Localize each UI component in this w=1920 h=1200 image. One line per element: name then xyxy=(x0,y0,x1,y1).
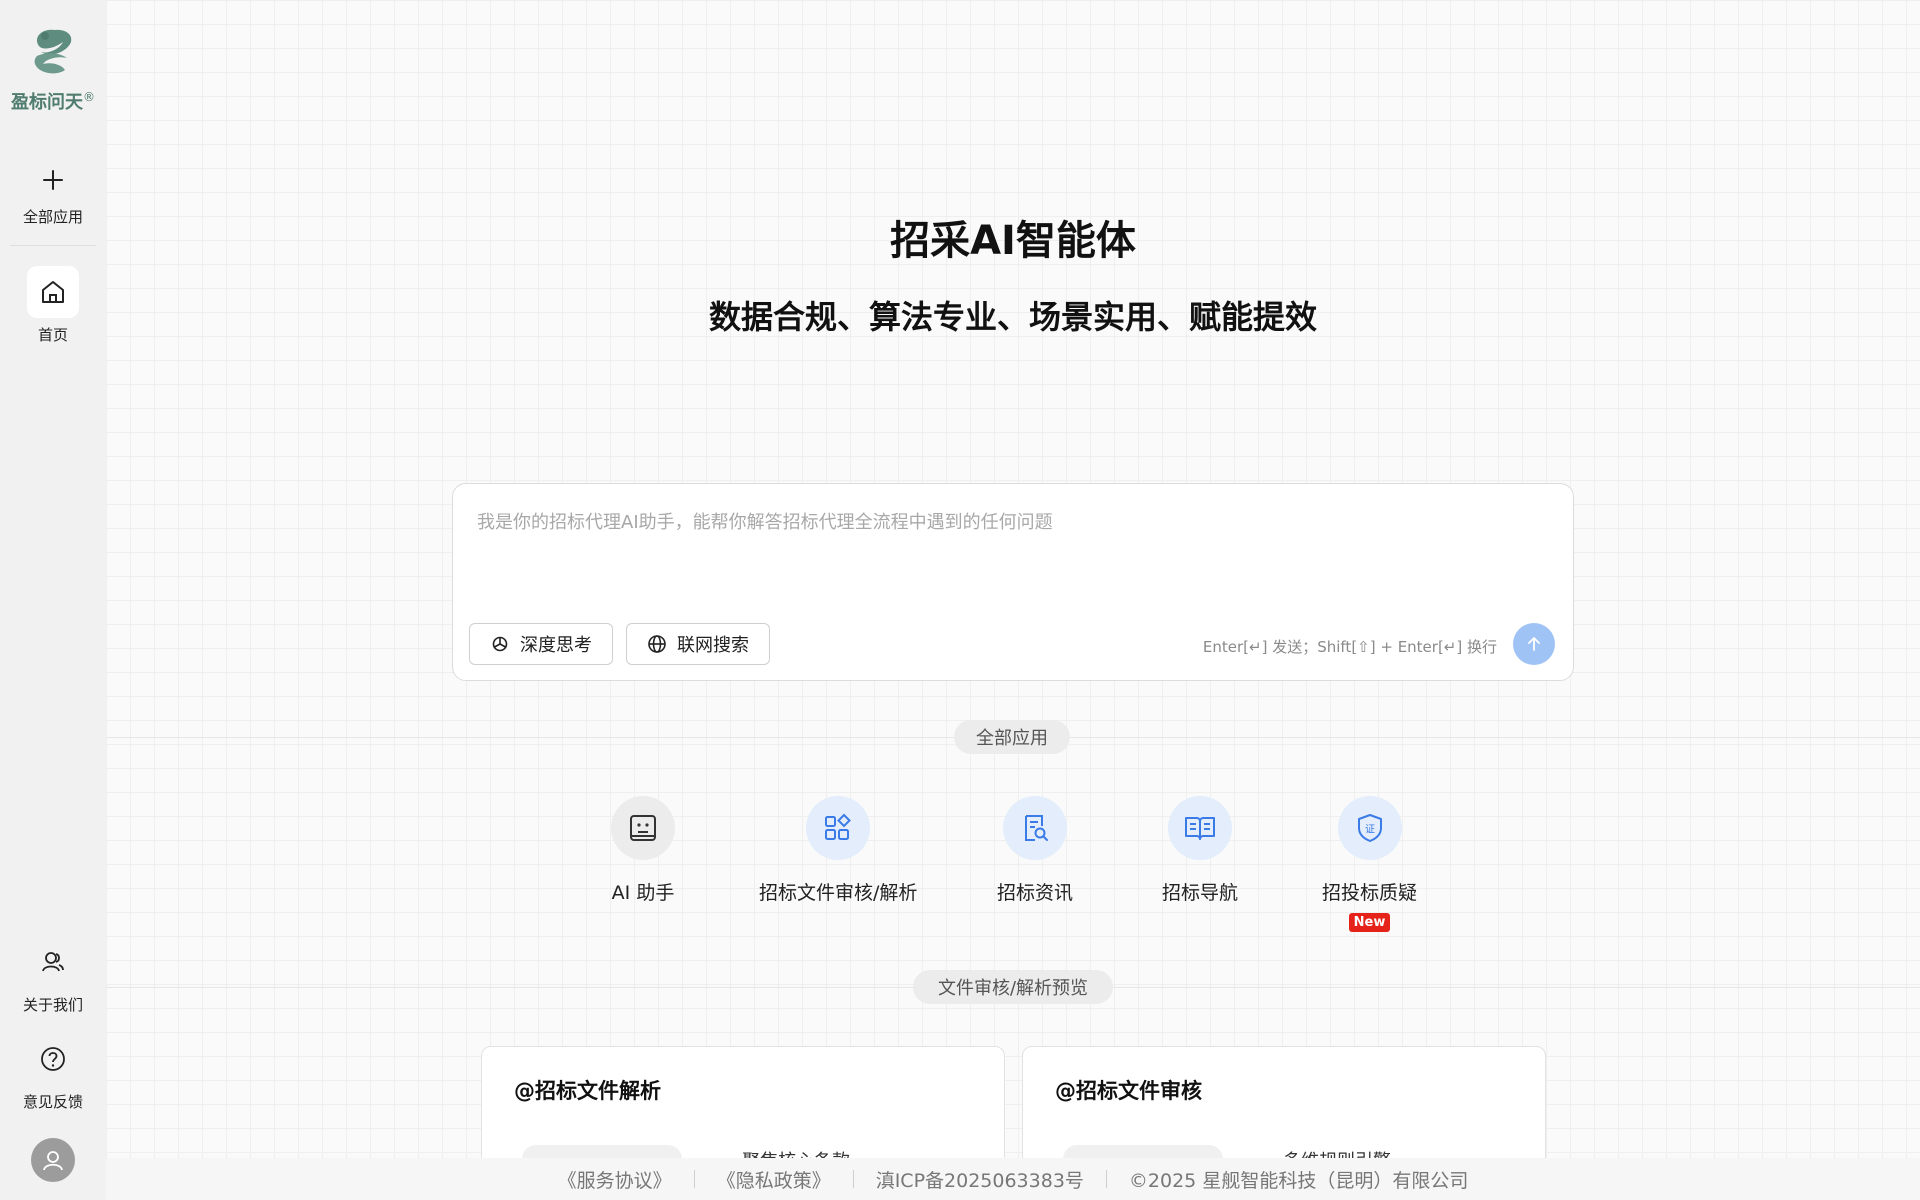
page-title: 招采AI智能体 xyxy=(890,218,1136,264)
app-name: 招标导航 xyxy=(1162,882,1239,904)
arrow-up-icon xyxy=(1528,637,1540,651)
sidebar-bottom: 关于我们 意见反馈 xyxy=(0,936,106,1182)
app-name: 招投标质疑 xyxy=(1322,882,1418,904)
deep-think-label: 深度思考 xyxy=(520,635,592,656)
footer-separator xyxy=(693,1170,695,1188)
send-button[interactable] xyxy=(1513,623,1555,665)
chat-input[interactable] xyxy=(477,508,1547,588)
app-bid-objection[interactable]: 证 招投标质疑 New xyxy=(1322,796,1417,932)
robot-icon xyxy=(611,796,675,860)
deep-think-button[interactable]: 深度思考 xyxy=(469,623,613,665)
preview-card-parse[interactable]: @招标文件解析 聚焦核心条款 xyxy=(481,1046,1005,1166)
logo[interactable]: 盈标问天® xyxy=(11,24,95,114)
sidebar-item-label: 意见反馈 xyxy=(22,1093,83,1111)
service-agreement-link[interactable]: 《服务协议》 xyxy=(558,1166,672,1193)
user-icon xyxy=(43,1151,63,1171)
open-book-icon xyxy=(1168,796,1232,860)
app-ai-assistant[interactable]: AI 助手 xyxy=(611,796,675,905)
keyboard-hint: Enter[↵] 发送；Shift[⇧] + Enter[↵] 换行 xyxy=(1202,638,1497,656)
home-icon xyxy=(27,266,79,318)
all-apps-pill: 全部应用 xyxy=(954,720,1070,754)
page-subtitle: 数据合规、算法专业、场景实用、赋能提效 xyxy=(708,298,1317,336)
main-area: 招采AI智能体 数据合规、算法专业、场景实用、赋能提效 深度思考 联网搜索 En… xyxy=(106,0,1920,1200)
users-icon xyxy=(27,936,79,988)
sidebar-item-label: 首页 xyxy=(37,326,68,344)
sidebar-item-feedback[interactable]: 意见反馈 xyxy=(23,1033,83,1112)
copyright-text: ©2025 星舰智能科技（昆明）有限公司 xyxy=(1128,1169,1469,1192)
openai-icon xyxy=(490,634,510,654)
apps-grid-icon xyxy=(806,796,871,860)
icp-link[interactable]: 滇ICP备2025063383号 xyxy=(876,1166,1084,1193)
app-bid-news[interactable]: 招标资讯 xyxy=(997,796,1073,905)
footer: 《服务协议》 《隐私政策》 滇ICP备2025063383号 ©2025 星舰智… xyxy=(106,1158,1920,1200)
sidebar-item-home[interactable]: 首页 xyxy=(27,266,79,345)
sidebar-item-label: 关于我们 xyxy=(22,996,83,1014)
sidebar-item-label: 全部应用 xyxy=(22,208,83,226)
globe-icon xyxy=(647,634,667,654)
shield-cert-icon: 证 xyxy=(1337,796,1402,860)
registered-mark: ® xyxy=(83,90,95,104)
logo-name: 盈标问天 xyxy=(11,92,83,113)
logo-text: 盈标问天® xyxy=(11,88,95,114)
app-bid-doc-review[interactable]: 招标文件审核/解析 xyxy=(759,796,917,905)
avatar[interactable] xyxy=(31,1138,75,1182)
footer-separator xyxy=(852,1170,854,1188)
sidebar-item-about[interactable]: 关于我们 xyxy=(23,936,83,1015)
help-circle-icon xyxy=(27,1033,79,1085)
plus-icon xyxy=(27,154,79,206)
app-name: 招标资讯 xyxy=(997,882,1074,904)
web-search-button[interactable]: 联网搜索 xyxy=(626,623,770,665)
logo-mark-icon xyxy=(34,29,72,74)
new-badge: New xyxy=(1348,913,1391,932)
chat-input-box: 深度思考 联网搜索 Enter[↵] 发送；Shift[⇧] + Enter[↵… xyxy=(452,483,1574,681)
card-title: @招标文件审核 xyxy=(1055,1079,1202,1103)
svg-text:证: 证 xyxy=(1365,824,1375,836)
app-bid-navigation[interactable]: 招标导航 xyxy=(1162,796,1238,905)
preview-card-review[interactable]: @招标文件审核 多维规则引擎 xyxy=(1022,1046,1546,1166)
sidebar-divider xyxy=(10,245,96,246)
sidebar-item-all-apps[interactable]: 全部应用 xyxy=(23,154,83,227)
privacy-policy-link[interactable]: 《隐私政策》 xyxy=(717,1166,831,1193)
web-search-label: 联网搜索 xyxy=(677,635,749,656)
card-title: @招标文件解析 xyxy=(514,1079,661,1103)
app-name: 招标文件审核/解析 xyxy=(759,882,918,904)
app-name: AI 助手 xyxy=(611,882,675,904)
footer-separator xyxy=(1105,1170,1107,1188)
doc-search-icon xyxy=(1003,796,1067,860)
sidebar: 盈标问天® 全部应用 首页 关于我们 意见反馈 xyxy=(0,0,106,1200)
preview-pill: 文件审核/解析预览 xyxy=(913,970,1113,1004)
